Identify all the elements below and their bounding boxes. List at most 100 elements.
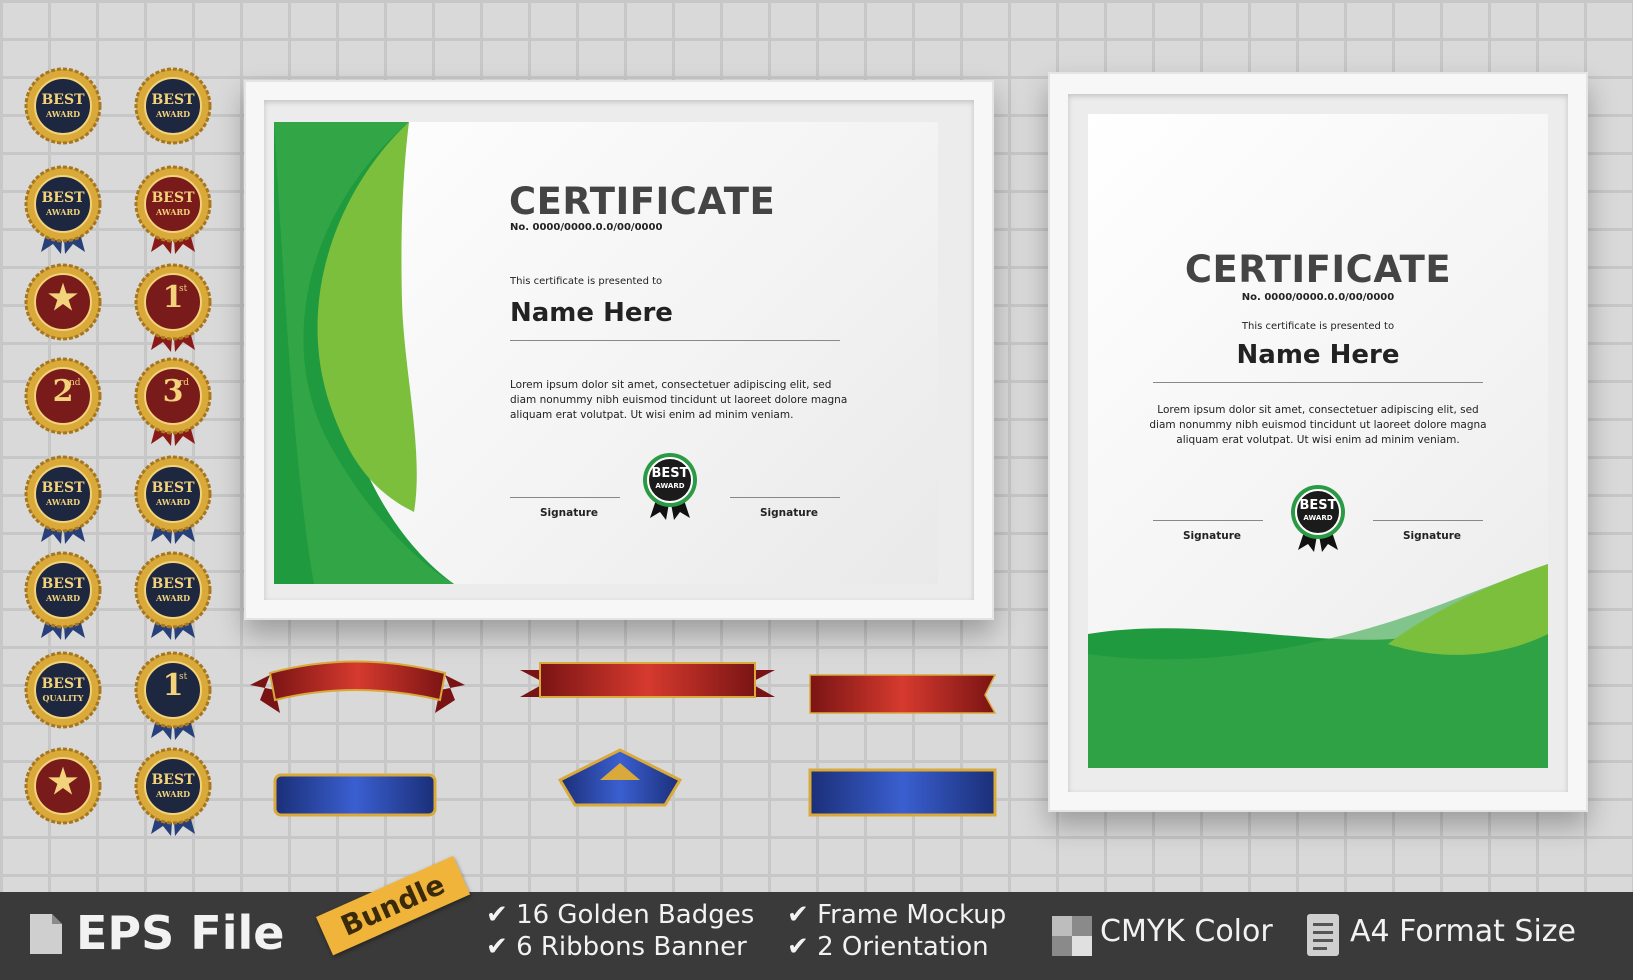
seal-bottom-text: AWARD [655, 482, 685, 490]
badge-bottom-text: AWARD [155, 789, 191, 799]
portrait-frame: CERTIFICATE No. 0000/0000.0.0/00/0000 Th… [1048, 72, 1588, 812]
portrait-seal-bottom-text: AWARD [1303, 514, 1333, 522]
golden-badge: ★ [23, 262, 103, 354]
golden-badge: BEST AWARD [23, 550, 103, 642]
badge-bottom-text: QUALITY [42, 693, 84, 703]
badge-top-text: ★ [47, 762, 79, 802]
blue-ribbon-crown [557, 748, 683, 807]
portrait-signature-right: Signature [1403, 530, 1462, 542]
badge-top-text: BEST [41, 576, 85, 592]
landscape-frame: CERTIFICATE No. 0000/0000.0.0/00/0000 Th… [244, 80, 994, 620]
portrait-signature-line-left [1153, 520, 1263, 521]
file-format-label: EPS File [76, 906, 285, 960]
portrait-body-line-2: diam nonummy nibh euismod tincidunt ut l… [1149, 419, 1487, 431]
badge-bottom-text: AWARD [155, 109, 191, 119]
badge-bottom-text: AWARD [155, 497, 191, 507]
golden-badge: 2nd [23, 356, 103, 448]
landscape-certificate: CERTIFICATE No. 0000/0000.0.0/00/0000 Th… [274, 122, 938, 584]
feature-3: ✔ Frame Mockup [787, 900, 1006, 930]
badge-bottom-text: AWARD [45, 109, 81, 119]
badge-top-text: BEST [41, 676, 85, 692]
golden-badge: 3rd [133, 356, 213, 448]
certificate-number: No. 0000/0000.0.0/00/0000 [510, 222, 663, 233]
feature-4: ✔ 2 Orientation [787, 932, 989, 962]
certificate-title: CERTIFICATE [509, 180, 776, 223]
golden-badge: BEST AWARD [23, 66, 103, 158]
golden-badge: BEST AWARD [133, 66, 213, 158]
golden-badge: ★ [23, 746, 103, 838]
file-icon [30, 914, 62, 954]
portrait-signature-left: Signature [1183, 530, 1242, 542]
feature-2-label: 6 Ribbons Banner [516, 932, 747, 962]
red-ribbon-flag [809, 674, 997, 714]
feature-3-label: Frame Mockup [817, 900, 1007, 930]
body-line-2: diam nonummy nibh euismod tincidunt ut l… [510, 394, 848, 406]
golden-badge: 1st [133, 650, 213, 742]
check-icon: ✔ [787, 900, 818, 930]
badge-sup-text: st [179, 284, 188, 294]
body-line-3: aliquam erat volutpat. Ut wisi enim ad m… [510, 409, 794, 421]
footer-bar: EPS File Bundle ✔ 16 Golden Badges ✔ 6 R… [0, 855, 1633, 980]
check-icon: ✔ [486, 932, 517, 962]
portrait-signature-line-right [1373, 520, 1483, 521]
feature-2: ✔ 6 Ribbons Banner [486, 932, 747, 962]
seal-top-text: BEST [651, 466, 689, 481]
feature-1: ✔ 16 Golden Badges [486, 900, 754, 930]
badge-top-text: BEST [151, 190, 195, 206]
golden-badge: BEST AWARD [133, 550, 213, 642]
badge-bottom-text: AWARD [45, 207, 81, 217]
red-ribbon-straight [520, 662, 775, 698]
signature-line-left [510, 497, 620, 498]
badge-bottom-text: AWARD [45, 593, 81, 603]
golden-badge: BEST AWARD [23, 454, 103, 546]
portrait-best-award-seal: BEST AWARD [1288, 484, 1348, 554]
signature-label-right: Signature [760, 507, 819, 519]
golden-badge: BEST AWARD [23, 164, 103, 256]
cmyk-label: CMYK Color [1100, 914, 1273, 949]
check-icon: ✔ [486, 900, 517, 930]
golden-badge: 1st [133, 262, 213, 354]
badge-bottom-text: AWARD [155, 593, 191, 603]
golden-badge: BEST AWARD [133, 746, 213, 838]
badge-top-text: BEST [151, 576, 195, 592]
portrait-certificate: CERTIFICATE No. 0000/0000.0.0/00/0000 Th… [1088, 114, 1548, 768]
badge-sup-text: rd [179, 378, 190, 388]
badge-top-text: BEST [151, 92, 195, 108]
badge-top-text: 1 [162, 668, 184, 703]
format-label: A4 Format Size [1350, 914, 1576, 949]
portrait-body-line-3: aliquam erat volutpat. Ut wisi enim ad m… [1176, 434, 1460, 446]
blue-ribbon-banner [273, 773, 437, 817]
feature-4-label: 2 Orientation [817, 932, 989, 962]
ribbons-collection [250, 660, 997, 817]
badge-sup-text: nd [69, 378, 81, 388]
feature-1-label: 16 Golden Badges [516, 900, 755, 930]
presented-text: This certificate is presented to [510, 276, 663, 287]
badge-top-text: 2 [52, 374, 74, 409]
badge-bottom-text: AWARD [155, 207, 191, 217]
badge-top-text: BEST [151, 772, 195, 788]
golden-badge: BEST QUALITY [23, 650, 103, 742]
portrait-certificate-number: No. 0000/0000.0.0/00/0000 [1241, 292, 1395, 303]
portrait-recipient-name: Name Here [1236, 340, 1400, 370]
cmyk-icon [1052, 916, 1092, 956]
golden-badge: BEST AWARD [133, 164, 213, 256]
badge-top-text: BEST [41, 190, 85, 206]
badge-sup-text: st [179, 672, 188, 682]
portrait-body-line-1: Lorem ipsum dolor sit amet, consectetuer… [1157, 404, 1479, 416]
portrait-presented-text: This certificate is presented to [1241, 321, 1395, 332]
red-ribbon-curved [250, 660, 465, 713]
golden-badge: BEST AWARD [133, 454, 213, 546]
blue-ribbon-bar [808, 768, 997, 817]
portrait-name-underline [1153, 382, 1483, 383]
badge-top-text: ★ [47, 278, 79, 318]
badge-top-text: 1 [162, 280, 184, 315]
recipient-name: Name Here [510, 298, 673, 328]
badge-top-text: BEST [41, 480, 85, 496]
body-line-1: Lorem ipsum dolor sit amet, consectetuer… [510, 379, 832, 391]
badge-top-text: 3 [162, 374, 184, 409]
check-icon: ✔ [787, 932, 818, 962]
best-award-seal: BEST AWARD [640, 452, 700, 522]
badge-top-text: BEST [41, 92, 85, 108]
name-underline [510, 340, 840, 341]
badge-top-text: BEST [151, 480, 195, 496]
